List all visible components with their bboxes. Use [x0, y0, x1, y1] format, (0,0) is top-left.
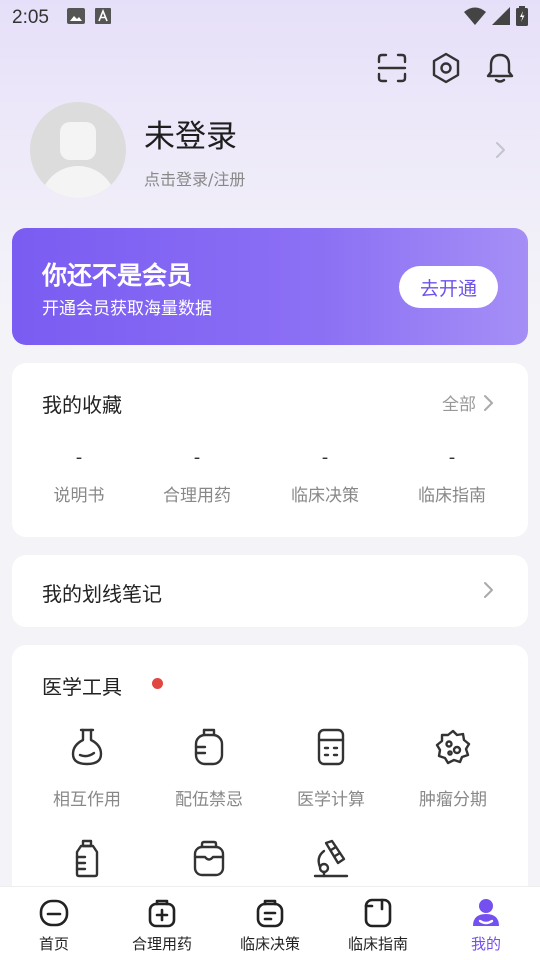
favorite-stat-label: 说明书: [53, 486, 105, 506]
favorite-stat-value: -: [193, 447, 201, 468]
tab-label: 临床决策: [239, 935, 300, 953]
chevron-right-icon: [490, 140, 510, 160]
avatar: [30, 102, 126, 198]
bottom-tab-bar: 首页 合理用药 临床决策 临床指南 我的: [0, 886, 540, 960]
favorites-stats: - 说明书 - 合理用药 - 临床决策 - 临床指南: [12, 447, 528, 507]
tab-clinical-guide[interactable]: 临床指南: [324, 887, 432, 960]
vip-title: 你还不是会员: [42, 261, 193, 290]
open-vip-button[interactable]: 去开通: [399, 266, 498, 308]
home-icon: [38, 897, 70, 929]
favorite-stat-manual[interactable]: - 说明书: [19, 447, 139, 506]
favorite-stat-label: 临床决策: [291, 486, 359, 506]
tool-tumor-staging[interactable]: 肿瘤分期: [393, 725, 513, 810]
favorite-stat-value: -: [321, 447, 329, 468]
font-icon: [94, 8, 111, 28]
header-actions: [376, 50, 516, 86]
favorite-stat-label: 临床指南: [418, 486, 486, 506]
user-icon: [471, 897, 501, 929]
tab-label: 合理用药: [131, 935, 192, 953]
favorites-all-link[interactable]: 全部: [442, 390, 494, 415]
tab-mine[interactable]: 我的: [432, 887, 540, 960]
tool-medical-calculation[interactable]: 医学计算: [271, 725, 391, 810]
tool-label: 相互作用: [53, 790, 121, 810]
favorite-stat-value: -: [75, 447, 83, 468]
tab-label: 首页: [38, 935, 69, 953]
favorites-all-label: 全部: [442, 395, 476, 415]
chevron-right-icon: [484, 394, 493, 411]
new-badge-dot: [152, 678, 163, 689]
favorite-stat-rational-drug-use[interactable]: - 合理用药: [137, 447, 257, 506]
vip-banner: 你还不是会员 开通会员获取海量数据 去开通: [12, 228, 528, 345]
tool-interaction[interactable]: 相互作用: [27, 725, 147, 810]
tool-incompatibility[interactable]: 配伍禁忌: [149, 725, 269, 810]
decision-icon: [255, 897, 285, 929]
wifi-icon: [464, 7, 486, 29]
microscope-icon: [271, 837, 391, 881]
favorites-title: 我的收藏: [42, 393, 122, 417]
tool-item-7[interactable]: [271, 837, 391, 881]
guide-book-icon: [363, 897, 393, 929]
image-icon: [66, 8, 85, 28]
tab-rational-drug-use[interactable]: 合理用药: [108, 887, 216, 960]
tab-home[interactable]: 首页: [0, 887, 108, 960]
tool-label: 肿瘤分期: [419, 790, 487, 810]
virus-icon: [393, 725, 513, 769]
notes-title: 我的划线笔记: [42, 582, 162, 606]
chevron-right-icon: [482, 581, 494, 603]
bottle-icon: [27, 837, 147, 881]
iv-bag-icon: [149, 725, 269, 769]
settings-icon[interactable]: [430, 50, 462, 86]
underline-notes-row[interactable]: 我的划线笔记: [12, 555, 528, 627]
tab-label: 临床指南: [347, 935, 408, 953]
favorite-stat-clinical-guide[interactable]: - 临床指南: [392, 447, 512, 506]
favorites-card: 我的收藏 全部 - 说明书 - 合理用药 - 临床决策 - 临床指南: [12, 363, 528, 537]
medical-bag-icon: [147, 897, 177, 929]
signal-icon: [492, 7, 510, 29]
profile-login-row[interactable]: 未登录 点击登录/注册: [30, 102, 510, 198]
battery-icon: [516, 6, 528, 30]
medical-tools-card: 医学工具 相互作用 配伍禁忌 医学计算 肿瘤分期: [12, 645, 528, 905]
tool-item-6[interactable]: [149, 837, 269, 881]
vip-subtitle: 开通会员获取海量数据: [42, 299, 212, 319]
flask-icon: [27, 725, 147, 769]
profile-subtitle: 点击登录/注册: [144, 169, 246, 189]
favorite-stat-clinical-decision[interactable]: - 临床决策: [265, 447, 385, 506]
tool-label: 配伍禁忌: [175, 790, 243, 810]
bell-icon[interactable]: [484, 50, 516, 86]
calculator-icon: [271, 725, 391, 769]
profile-name: 未登录: [144, 118, 237, 155]
tab-label: 我的: [470, 935, 501, 953]
favorite-stat-value: -: [448, 447, 456, 468]
status-bar: 2:05: [0, 0, 540, 36]
medicine-box-icon: [149, 837, 269, 881]
tool-item-5[interactable]: [27, 837, 147, 881]
tool-label: 医学计算: [297, 790, 365, 810]
tools-title: 医学工具: [42, 675, 122, 699]
tab-clinical-decision[interactable]: 临床决策: [216, 887, 324, 960]
scan-icon[interactable]: [376, 50, 408, 86]
status-time: 2:05: [12, 7, 49, 28]
favorite-stat-label: 合理用药: [163, 486, 231, 506]
